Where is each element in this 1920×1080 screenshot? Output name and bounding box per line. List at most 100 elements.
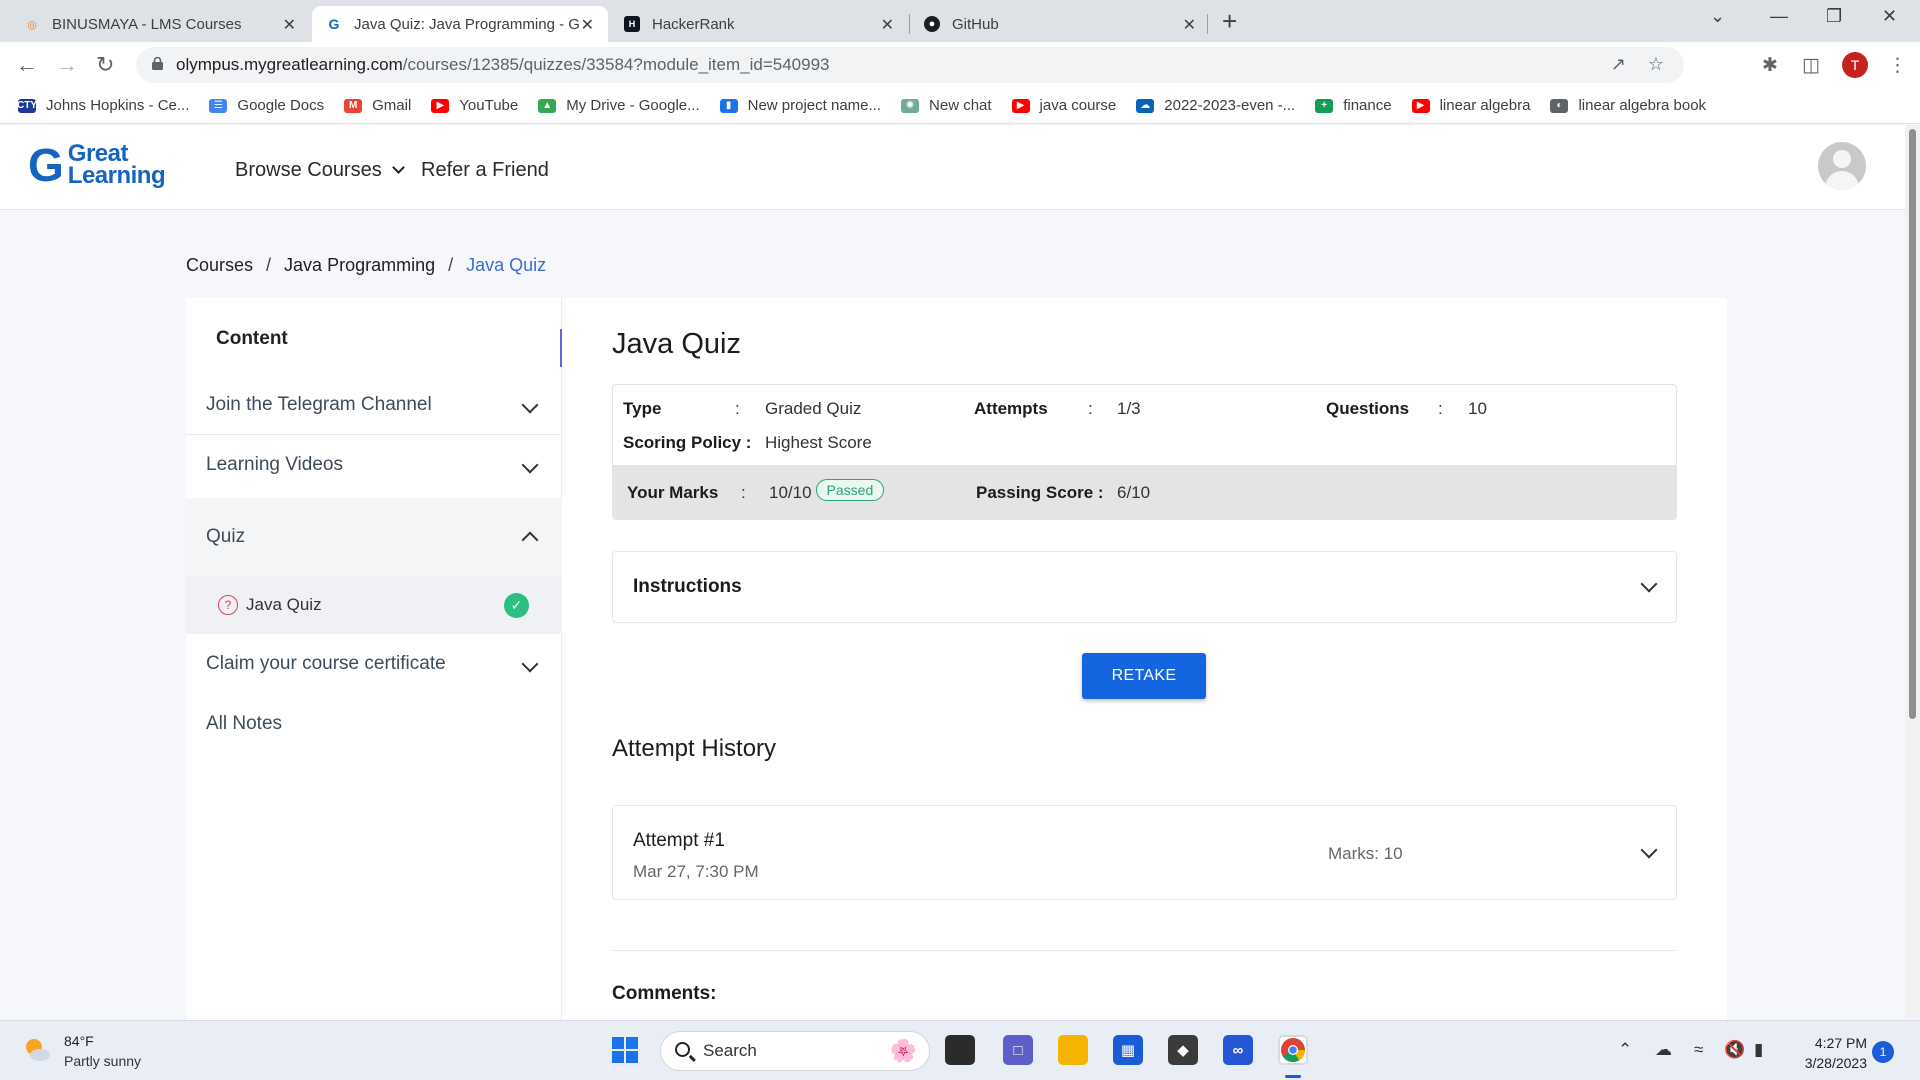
show-hidden-icons-chevron-icon[interactable]: ⌃ <box>1618 1040 1632 1060</box>
task-view-icon[interactable] <box>945 1035 975 1065</box>
breadcrumb-separator: / <box>448 255 454 275</box>
file-explorer-icon[interactable] <box>1058 1035 1088 1065</box>
browse-courses-menu[interactable]: Browse Courses <box>235 159 406 182</box>
sidebar-item-label: Join the Telegram Channel <box>206 394 432 415</box>
url-path: /courses/12385/quizzes/33584?module_item… <box>402 55 830 74</box>
bookmark-item[interactable]: ▶ YouTube <box>431 97 518 114</box>
restore-icon[interactable]: ❐ <box>1826 6 1842 27</box>
menu-dots-icon[interactable]: ⋮ <box>1888 54 1907 77</box>
bookmark-star-icon[interactable]: ☆ <box>1648 54 1664 75</box>
breadcrumb-java-programming[interactable]: Java Programming <box>284 255 435 275</box>
chatgpt-icon: ✺ <box>901 98 920 113</box>
sidebar-subitem-label: Java Quiz <box>246 595 322 614</box>
sheets-icon: + <box>1315 98 1334 113</box>
sidebar-subitem-java-quiz[interactable]: ? Java Quiz ✓ <box>186 576 562 634</box>
sidebar-item-telegram[interactable]: Join the Telegram Channel <box>186 378 562 432</box>
tab-title: GitHub <box>952 15 999 33</box>
your-marks-label: Your Marks <box>627 483 719 502</box>
tab-hackerrank[interactable]: H HackerRank ✕ <box>610 6 908 42</box>
visual-studio-icon[interactable]: ∞ <box>1223 1035 1253 1065</box>
page-scrollbar[interactable] <box>1905 125 1920 1019</box>
wifi-icon[interactable]: ≈ <box>1694 1040 1703 1060</box>
bookmark-item[interactable]: ▲ My Drive - Google... <box>538 97 700 114</box>
bookmark-item[interactable]: ✺ New chat <box>901 97 992 114</box>
sidebar-item-all-notes[interactable]: All Notes <box>186 696 562 752</box>
attempt-row[interactable]: Attempt #1 Mar 27, 7:30 PM Marks: 10 <box>612 805 1677 900</box>
greatlearning-icon: G <box>328 16 340 32</box>
close-icon[interactable]: ✕ <box>283 15 296 35</box>
breadcrumb-current: Java Quiz <box>466 255 547 275</box>
minimize-icon[interactable]: — <box>1770 6 1788 27</box>
profile-avatar[interactable]: T <box>1842 52 1868 78</box>
instructions-label: Instructions <box>633 576 742 597</box>
bookmark-item[interactable]: ▮ New project name... <box>719 97 881 114</box>
chrome-icon[interactable] <box>1278 1035 1308 1065</box>
jhu-icon: CTY <box>17 98 37 113</box>
sidebar-item-certificate[interactable]: Claim your course certificate <box>186 636 562 692</box>
bookmark-item[interactable]: + finance <box>1315 97 1392 114</box>
chevron-up-icon <box>521 531 539 549</box>
tab-binusmaya[interactable]: ◎ BINUSMAYA - LMS Courses ✕ <box>10 6 310 42</box>
bookmark-item[interactable]: M Gmail <box>344 97 411 114</box>
tab-search-chevron-icon[interactable]: ⌄ <box>1710 6 1725 27</box>
battery-icon[interactable]: ▮ <box>1754 1040 1763 1060</box>
microsoft-store-icon[interactable]: ▦ <box>1113 1035 1143 1065</box>
status-badge: Passed <box>815 479 885 501</box>
forward-icon[interactable]: → <box>56 52 78 78</box>
notification-badge[interactable]: 1 <box>1872 1041 1894 1063</box>
your-marks-value-group: 10/10 Passed <box>769 479 885 502</box>
back-icon[interactable]: ← <box>16 52 38 78</box>
type-label: Type <box>623 399 662 418</box>
tab-github[interactable]: ● GitHub ✕ <box>910 6 1210 42</box>
bookmark-label: 2022-2023-even -... <box>1164 97 1296 114</box>
chevron-down-icon <box>392 161 406 174</box>
close-icon[interactable]: ✕ <box>581 15 594 35</box>
scrollbar-thumb[interactable] <box>1909 129 1916 719</box>
comments-label: Comments: <box>612 983 717 1004</box>
breadcrumb-courses[interactable]: Courses <box>186 255 253 275</box>
close-icon[interactable]: ✕ <box>1183 15 1196 35</box>
bookmarks-bar: CTY Johns Hopkins - Ce... ☰ Google Docs M Gma… <box>0 88 1920 124</box>
volume-muted-icon[interactable]: 🔇 <box>1724 1040 1745 1060</box>
teams-chat-icon[interactable]: □ <box>1003 1035 1033 1065</box>
sidebar-item-learning-videos[interactable]: Learning Videos <box>186 438 562 492</box>
bookmark-item[interactable]: ☰ Google Docs <box>209 97 324 114</box>
bookmark-item[interactable]: ◐ linear algebra book <box>1550 97 1706 114</box>
sidebar-item-label: All Notes <box>206 713 283 734</box>
taskbar-search[interactable]: Search 🌸 <box>660 1031 930 1071</box>
side-panel-icon[interactable]: ◫ <box>1802 54 1820 77</box>
retake-button[interactable]: RETAKE <box>1082 653 1206 699</box>
passing-score-value: 6/10 <box>1117 483 1151 502</box>
url-input[interactable]: olympus.mygreatlearning.com/courses/1238… <box>136 47 1684 83</box>
instructions-accordion[interactable]: Instructions <box>612 551 1677 623</box>
extensions-icon[interactable]: ✱ <box>1762 54 1778 77</box>
bookmark-item[interactable]: CTY Johns Hopkins - Ce... <box>17 97 189 114</box>
bookmark-label: linear algebra <box>1439 97 1531 114</box>
refer-a-friend-link[interactable]: Refer a Friend <box>421 159 549 182</box>
youtube-icon: ▶ <box>1011 98 1030 113</box>
bookmark-item[interactable]: ▶ java course <box>1011 97 1116 114</box>
sidebar-item-quiz[interactable]: Quiz <box>186 498 562 576</box>
windows-start-icon[interactable] <box>610 1035 640 1065</box>
chrome-logo-shape <box>1281 1038 1305 1063</box>
drive-icon: ▲ <box>538 98 557 113</box>
window-close-icon[interactable]: ✕ <box>1882 6 1897 27</box>
chevron-down-icon <box>1640 575 1658 593</box>
onedrive-cloud-icon[interactable]: ☁ <box>1655 1040 1672 1060</box>
user-avatar[interactable] <box>1818 142 1866 190</box>
bookmark-item[interactable]: ▶ linear algebra <box>1411 97 1531 114</box>
browser-tab-bar: ◎ BINUSMAYA - LMS Courses ✕ G Java Quiz:… <box>0 0 1920 42</box>
system-clock[interactable]: 4:27 PM 3/28/2023 <box>1775 1033 1867 1073</box>
tab-title: BINUSMAYA - LMS Courses <box>52 15 242 33</box>
close-icon[interactable]: ✕ <box>881 15 894 35</box>
share-icon[interactable]: ↗ <box>1611 54 1626 75</box>
partly-sunny-icon[interactable] <box>22 1035 52 1065</box>
unity-hub-icon[interactable]: ◆ <box>1168 1035 1198 1065</box>
tab-java-quiz[interactable]: G Java Quiz: Java Programming - G ✕ <box>312 6 608 42</box>
attempt-history-title: Attempt History <box>612 735 777 762</box>
reload-icon[interactable]: ↻ <box>96 52 114 78</box>
page-title: Java Quiz <box>612 328 741 360</box>
great-learning-logo[interactable]: G Great Learning <box>28 142 166 189</box>
new-tab-icon[interactable]: + <box>1222 6 1237 37</box>
bookmark-item[interactable]: ☁ 2022-2023-even -... <box>1136 97 1295 114</box>
